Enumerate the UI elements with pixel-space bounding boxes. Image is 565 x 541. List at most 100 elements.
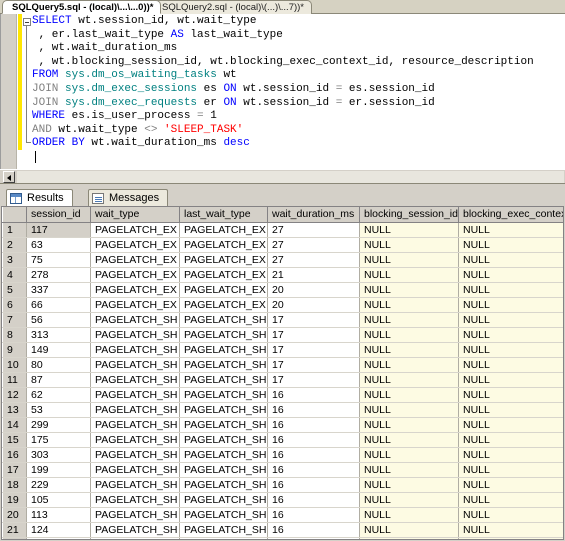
table-row[interactable]: 5337PAGELATCH_EXPAGELATCH_EX20NULLNULL8:… — [2, 282, 563, 298]
cell-last_wait_type[interactable]: PAGELATCH_EX — [179, 267, 268, 283]
cell-session_id[interactable]: 113 — [26, 507, 91, 523]
table-row[interactable]: 1117PAGELATCH_EXPAGELATCH_EX27NULLNULL8:… — [2, 222, 563, 238]
cell-blocking_exec_context_id[interactable]: NULL — [458, 357, 563, 373]
editor-horizontal-scrollbar[interactable] — [0, 169, 565, 183]
cell-last_wait_type[interactable]: PAGELATCH_SH — [179, 507, 268, 523]
cell-session_id[interactable]: 156 — [26, 537, 91, 539]
cell-last_wait_type[interactable]: PAGELATCH_SH — [179, 432, 268, 448]
cell-blocking_session_id[interactable]: NULL — [359, 522, 459, 538]
row-number-cell[interactable]: 17 — [2, 462, 27, 478]
sql-editor[interactable]: SELECT wt.session_id, wt.wait_type , er.… — [0, 14, 565, 169]
cell-last_wait_type[interactable]: PAGELATCH_SH — [179, 447, 268, 463]
cell-wait_duration_ms[interactable]: 16 — [267, 522, 360, 538]
cell-blocking_exec_context_id[interactable]: NULL — [458, 492, 563, 508]
row-number-cell[interactable]: 6 — [2, 297, 27, 313]
cell-wait_duration_ms[interactable]: 16 — [267, 387, 360, 403]
cell-wait_duration_ms[interactable]: 16 — [267, 537, 360, 539]
column-header-rownum[interactable] — [2, 207, 27, 223]
cell-session_id[interactable]: 105 — [26, 492, 91, 508]
row-number-cell[interactable]: 15 — [2, 432, 27, 448]
cell-blocking_session_id[interactable]: NULL — [359, 432, 459, 448]
cell-session_id[interactable]: 87 — [26, 372, 91, 388]
row-number-cell[interactable]: 2 — [2, 237, 27, 253]
cell-wait_type[interactable]: PAGELATCH_EX — [90, 282, 180, 298]
row-number-cell[interactable]: 22 — [2, 537, 27, 539]
cell-blocking_session_id[interactable]: NULL — [359, 477, 459, 493]
cell-session_id[interactable]: 124 — [26, 522, 91, 538]
cell-blocking_session_id[interactable]: NULL — [359, 237, 459, 253]
row-number-cell[interactable]: 7 — [2, 312, 27, 328]
cell-session_id[interactable]: 62 — [26, 387, 91, 403]
cell-blocking_session_id[interactable]: NULL — [359, 297, 459, 313]
cell-blocking_exec_context_id[interactable]: NULL — [458, 297, 563, 313]
scroll-left-arrow-icon[interactable] — [3, 171, 15, 183]
cell-wait_duration_ms[interactable]: 16 — [267, 447, 360, 463]
cell-last_wait_type[interactable]: PAGELATCH_SH — [179, 462, 268, 478]
results-grid[interactable]: session_id wait_type last_wait_type wait_du… — [2, 207, 563, 539]
cell-wait_type[interactable]: PAGELATCH_SH — [90, 312, 180, 328]
cell-last_wait_type[interactable]: PAGELATCH_EX — [179, 237, 268, 253]
table-row[interactable]: 8313PAGELATCH_SHPAGELATCH_SH17NULLNULL8:… — [2, 327, 563, 343]
row-number-cell[interactable]: 20 — [2, 507, 27, 523]
cell-wait_type[interactable]: PAGELATCH_SH — [90, 432, 180, 448]
cell-session_id[interactable]: 117 — [26, 222, 91, 238]
cell-blocking_exec_context_id[interactable]: NULL — [458, 477, 563, 493]
cell-wait_type[interactable]: PAGELATCH_EX — [90, 252, 180, 268]
cell-wait_type[interactable]: PAGELATCH_SH — [90, 507, 180, 523]
cell-blocking_exec_context_id[interactable]: NULL — [458, 462, 563, 478]
row-number-cell[interactable]: 3 — [2, 252, 27, 268]
cell-last_wait_type[interactable]: PAGELATCH_SH — [179, 372, 268, 388]
cell-blocking_exec_context_id[interactable]: NULL — [458, 447, 563, 463]
table-row[interactable]: 1262PAGELATCH_SHPAGELATCH_SH16NULLNULL8:… — [2, 387, 563, 403]
table-row[interactable]: 22156PAGELATCH_SHPAGELATCH_SH16NULLNULL8… — [2, 537, 563, 539]
cell-wait_duration_ms[interactable]: 20 — [267, 282, 360, 298]
cell-wait_type[interactable]: PAGELATCH_EX — [90, 237, 180, 253]
cell-blocking_session_id[interactable]: NULL — [359, 222, 459, 238]
cell-session_id[interactable]: 199 — [26, 462, 91, 478]
cell-session_id[interactable]: 303 — [26, 447, 91, 463]
results-grid-body[interactable]: 1117PAGELATCH_EXPAGELATCH_EX27NULLNULL8:… — [2, 222, 563, 539]
cell-blocking_exec_context_id[interactable]: NULL — [458, 402, 563, 418]
table-row[interactable]: 4278PAGELATCH_EXPAGELATCH_EX21NULLNULL8:… — [2, 267, 563, 283]
cell-blocking_exec_context_id[interactable]: NULL — [458, 312, 563, 328]
cell-wait_type[interactable]: PAGELATCH_SH — [90, 417, 180, 433]
cell-last_wait_type[interactable]: PAGELATCH_SH — [179, 342, 268, 358]
cell-blocking_exec_context_id[interactable]: NULL — [458, 522, 563, 538]
cell-wait_type[interactable]: PAGELATCH_SH — [90, 402, 180, 418]
cell-wait_type[interactable]: PAGELATCH_SH — [90, 372, 180, 388]
cell-blocking_exec_context_id[interactable]: NULL — [458, 537, 563, 539]
row-number-cell[interactable]: 21 — [2, 522, 27, 538]
table-row[interactable]: 756PAGELATCH_SHPAGELATCH_SH17NULLNULL8:1… — [2, 312, 563, 328]
row-number-cell[interactable]: 18 — [2, 477, 27, 493]
cell-blocking_session_id[interactable]: NULL — [359, 342, 459, 358]
cell-blocking_exec_context_id[interactable]: NULL — [458, 507, 563, 523]
cell-blocking_exec_context_id[interactable]: NULL — [458, 342, 563, 358]
cell-wait_duration_ms[interactable]: 16 — [267, 417, 360, 433]
cell-blocking_exec_context_id[interactable]: NULL — [458, 252, 563, 268]
cell-blocking_exec_context_id[interactable]: NULL — [458, 432, 563, 448]
row-number-cell[interactable]: 10 — [2, 357, 27, 373]
row-number-cell[interactable]: 12 — [2, 387, 27, 403]
column-header-last_wait_type[interactable]: last_wait_type — [179, 207, 268, 223]
row-number-cell[interactable]: 14 — [2, 417, 27, 433]
collapse-minus-icon[interactable] — [23, 18, 31, 26]
cell-session_id[interactable]: 80 — [26, 357, 91, 373]
tab-messages[interactable]: Messages — [88, 189, 169, 206]
cell-wait_duration_ms[interactable]: 16 — [267, 507, 360, 523]
results-grid-container[interactable]: session_id wait_type last_wait_type wait_du… — [1, 206, 564, 540]
cell-blocking_exec_context_id[interactable]: NULL — [458, 267, 563, 283]
cell-wait_type[interactable]: PAGELATCH_EX — [90, 267, 180, 283]
cell-last_wait_type[interactable]: PAGELATCH_SH — [179, 477, 268, 493]
cell-wait_type[interactable]: PAGELATCH_SH — [90, 357, 180, 373]
cell-wait_duration_ms[interactable]: 17 — [267, 357, 360, 373]
column-header-session_id[interactable]: session_id — [26, 207, 91, 223]
cell-blocking_session_id[interactable]: NULL — [359, 372, 459, 388]
cell-blocking_session_id[interactable]: NULL — [359, 252, 459, 268]
cell-session_id[interactable]: 149 — [26, 342, 91, 358]
cell-blocking_exec_context_id[interactable]: NULL — [458, 327, 563, 343]
table-row[interactable]: 375PAGELATCH_EXPAGELATCH_EX27NULLNULL8:1… — [2, 252, 563, 268]
table-row[interactable]: 14299PAGELATCH_SHPAGELATCH_SH16NULLNULL8… — [2, 417, 563, 433]
cell-last_wait_type[interactable]: PAGELATCH_SH — [179, 357, 268, 373]
table-row[interactable]: 18229PAGELATCH_SHPAGELATCH_SH16NULLNULL8… — [2, 477, 563, 493]
cell-wait_type[interactable]: PAGELATCH_SH — [90, 387, 180, 403]
